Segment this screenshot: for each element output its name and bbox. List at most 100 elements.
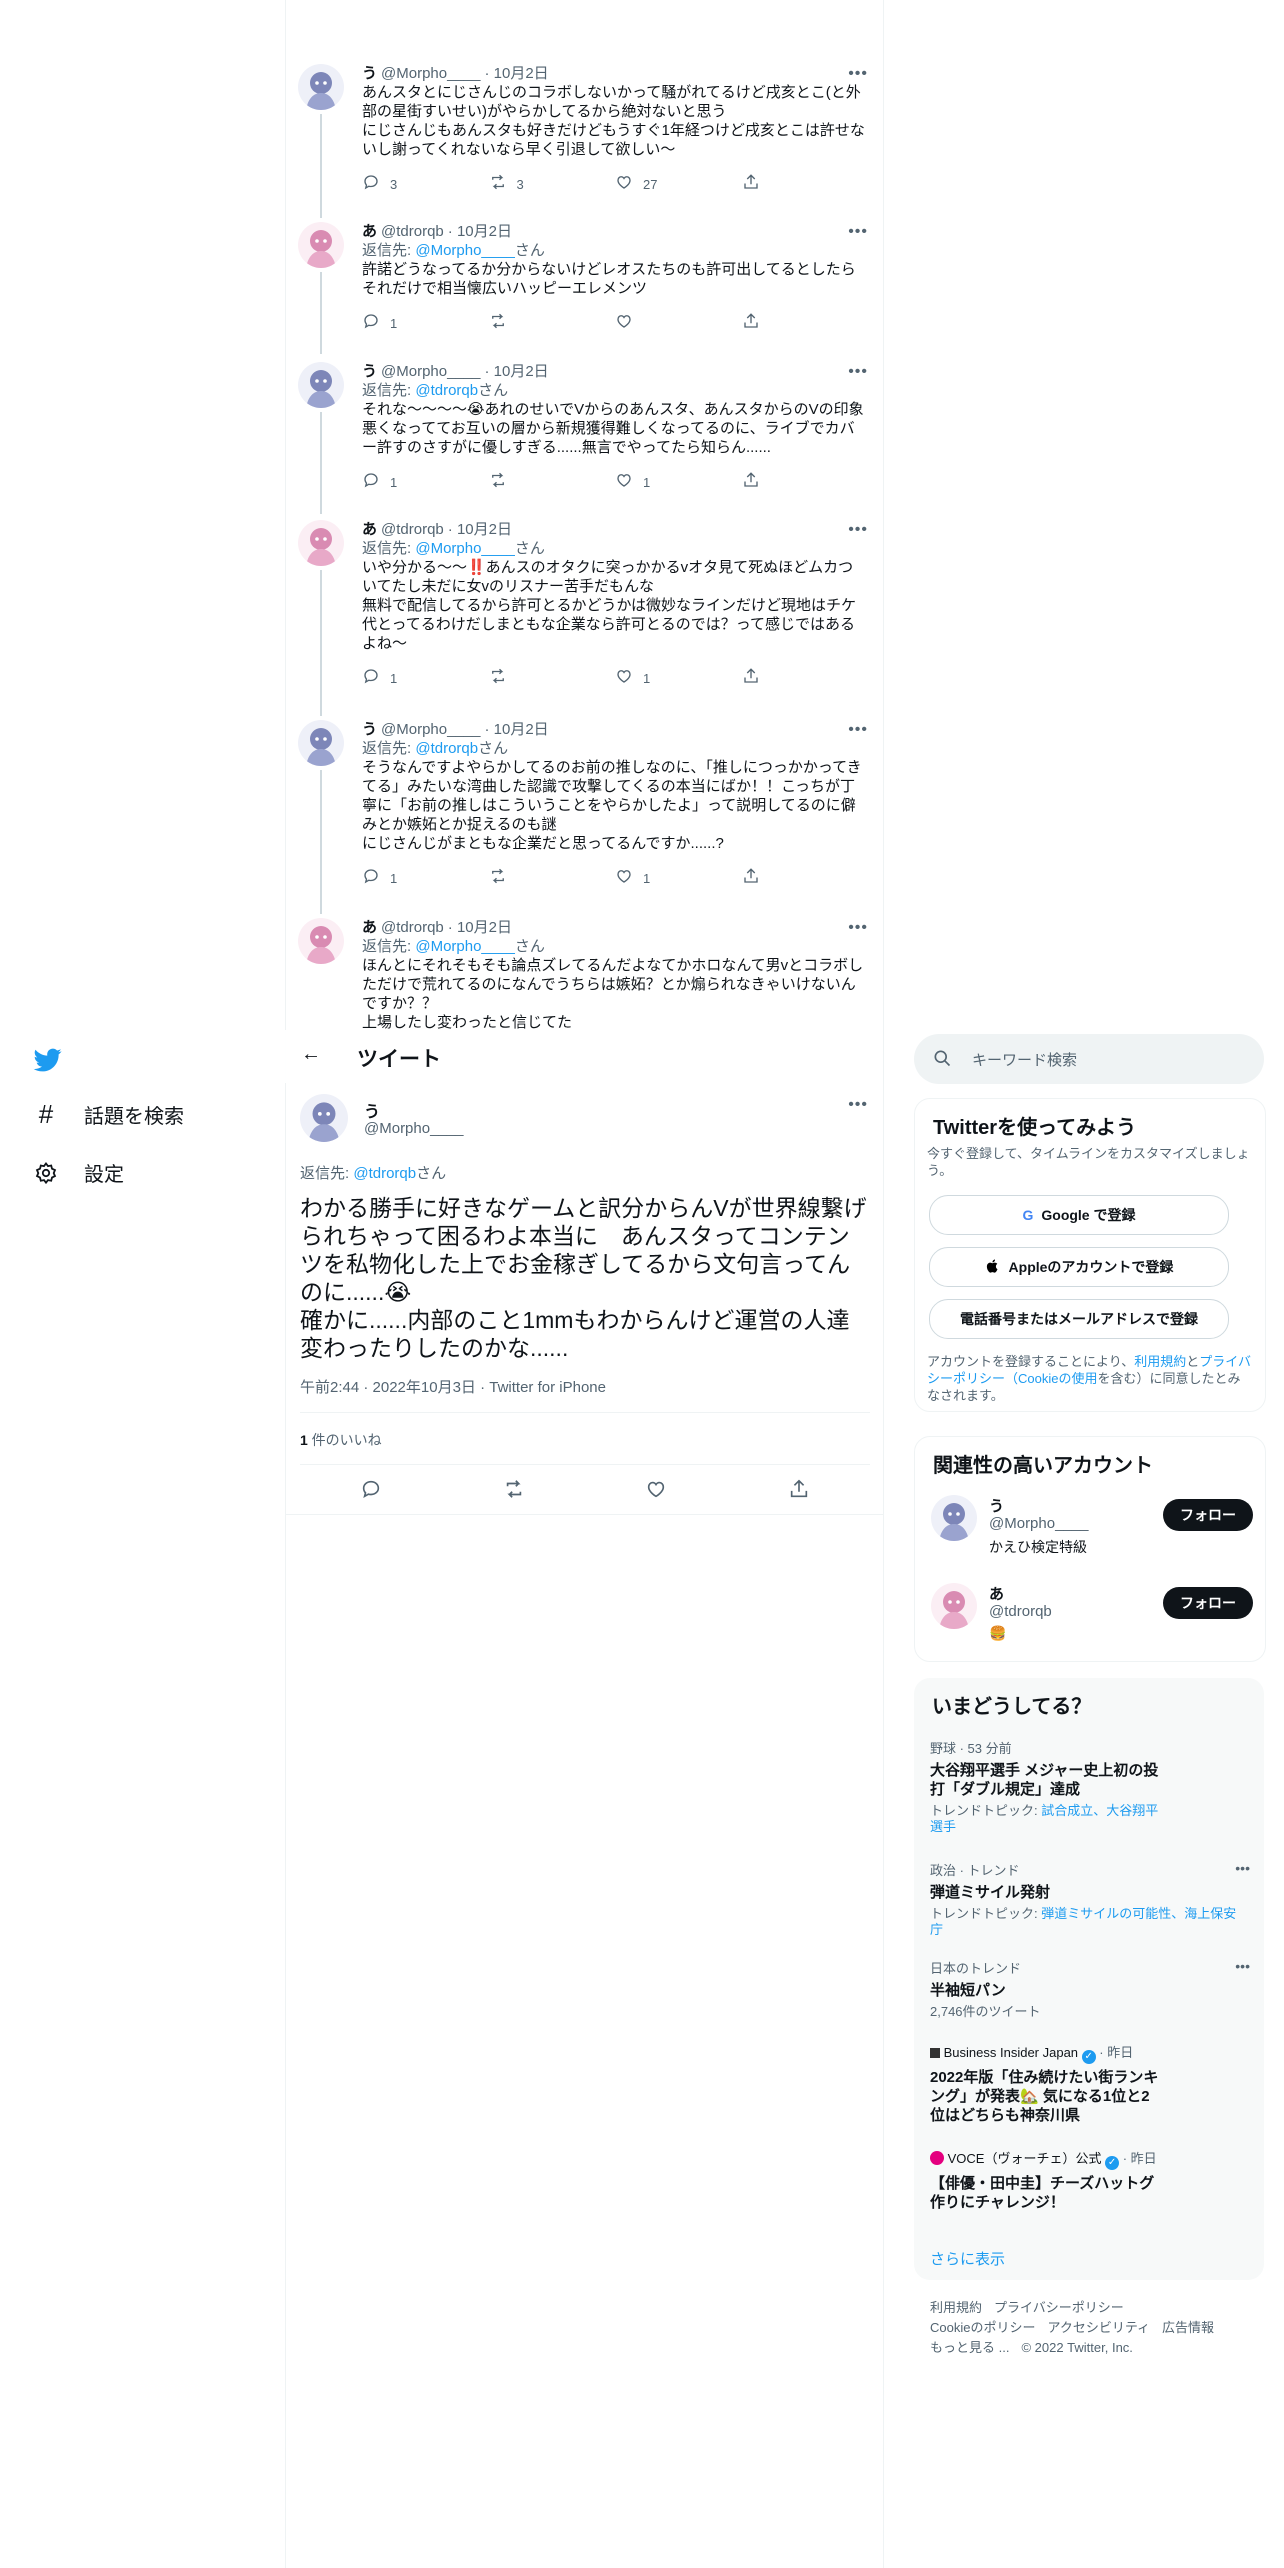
thread-tweet[interactable]: あ @tdrorqb · 10月2日 ••• 返信先: @Morpho____さん 許諾ど… [298,222,880,354]
share-button[interactable] [742,173,869,196]
more-options-icon[interactable]: ••• [1235,1860,1250,1876]
avatar[interactable] [298,222,344,268]
reply-button[interactable]: 1 [362,867,489,890]
more-options-icon[interactable]: ••• [848,520,868,539]
thread-tweet[interactable]: う @Morpho____ · 10月2日 ••• 返信先: @tdrorqbさん それな… [298,362,880,514]
reply-user-link[interactable]: @Morpho____ [415,540,514,557]
share-button[interactable] [742,312,869,335]
reply-user-link[interactable]: @tdrorqb [353,1165,416,1182]
footer-link[interactable]: プライバシーポリシー [994,2300,1124,2315]
more-options-icon[interactable]: ••• [1235,1958,1250,1974]
reply-user-link[interactable]: @tdrorqb [415,382,478,399]
more-options-icon[interactable]: ••• [848,64,868,83]
news-item[interactable]: VOCE（ヴォーチェ）公式 ✓ · 昨日 【俳優・田中圭】チーズハットグ作りにチ… [930,2148,1250,2212]
avatar[interactable] [298,918,344,964]
trend-item[interactable]: ••• 政治 · トレンド 弾道ミサイル発射 トレンドトピック: 弾道ミサイルの… [930,1860,1250,1938]
display-name[interactable]: あ [362,918,377,937]
share-button[interactable] [742,867,869,890]
tweet-date[interactable]: · 10月2日 [448,918,512,937]
avatar[interactable] [931,1495,977,1541]
account-name[interactable]: あ [989,1583,1004,1604]
like-button[interactable]: 27 [615,173,742,196]
avatar[interactable] [931,1583,977,1629]
avatar[interactable] [298,362,344,408]
user-handle[interactable]: @Morpho____ [381,64,480,83]
share-icon[interactable] [788,1478,810,1505]
reply-user-link[interactable]: @Morpho____ [415,938,514,955]
tweet-date[interactable]: · 10月2日 [448,222,512,241]
share-button[interactable] [742,667,869,690]
footer-link[interactable]: 広告情報 [1162,2320,1214,2335]
more-options-icon[interactable]: ••• [848,720,868,739]
reply-button[interactable]: 1 [362,312,489,335]
back-arrow-icon[interactable]: ← [301,1043,321,1066]
like-button[interactable]: 1 [615,471,742,494]
search-box[interactable]: キーワード検索 [914,1034,1264,1084]
reply-button[interactable]: 3 [362,173,489,196]
share-button[interactable] [742,471,869,494]
user-handle[interactable]: @tdrorqb [381,520,444,539]
avatar[interactable] [298,64,344,110]
follow-button[interactable]: フォロー [1163,1587,1253,1619]
like-button[interactable] [615,312,742,335]
thread-tweet[interactable]: う @Morpho____ · 10月2日 ••• 返信先: @tdrorqbさん そうな… [298,720,880,914]
retweet-button[interactable] [489,471,616,494]
avatar[interactable] [298,520,344,566]
display-name[interactable]: う [362,720,377,739]
trend-item[interactable]: 野球 · 53 分前 大谷翔平選手 メジャー史上初の投打「ダブル規定」達成 トレ… [930,1738,1250,1835]
like-button[interactable]: 1 [615,667,742,690]
account-name[interactable]: う [989,1495,1004,1516]
like-icon[interactable] [645,1478,667,1505]
like-count-row[interactable]: 1 件のいいね [300,1430,382,1450]
display-name[interactable]: あ [362,520,377,539]
reply-button[interactable]: 1 [362,667,489,690]
related-account[interactable]: う @Morpho____ かえひ検定特級 フォロー [931,1495,1253,1565]
retweet-button[interactable] [489,312,616,335]
tweet-date[interactable]: · 10月2日 [448,520,512,539]
footer-link[interactable]: アクセシビリティ [1047,2320,1150,2335]
google-signup-button[interactable]: G Google で登録 [929,1195,1229,1235]
twitter-logo-icon[interactable] [32,1046,64,1074]
related-account[interactable]: あ @tdrorqb 🍔 フォロー [931,1583,1253,1653]
footer-more-link[interactable]: もっと見る ... [930,2340,1009,2355]
tweet-date[interactable]: · 10月2日 [484,362,548,381]
footer-link[interactable]: Cookieのポリシー [930,2320,1035,2335]
reply-user-link[interactable]: @tdrorqb [415,740,478,757]
display-name[interactable]: う [362,64,377,83]
display-name[interactable]: う [362,362,377,381]
nav-explore[interactable]: # 話題を検索 [32,1099,184,1129]
display-name[interactable]: あ [362,222,377,241]
tweet-date[interactable]: · 10月2日 [484,64,548,83]
user-handle[interactable]: @Morpho____ [381,362,480,381]
more-options-icon[interactable]: ••• [848,1096,868,1114]
user-handle[interactable]: @Morpho____ [364,1120,463,1137]
phone-email-signup-button[interactable]: 電話番号またはメールアドレスで登録 [929,1299,1229,1339]
user-handle[interactable]: @tdrorqb [381,222,444,241]
avatar[interactable] [298,720,344,766]
terms-link[interactable]: 利用規約 [1134,1354,1186,1369]
thread-tweet[interactable]: あ @tdrorqb · 10月2日 ••• 返信先: @Morpho____さん ほんと… [298,918,880,1038]
more-options-icon[interactable]: ••• [848,362,868,381]
show-more-link[interactable]: さらに表示 [930,2248,1005,2269]
footer-link[interactable]: 利用規約 [930,2300,982,2315]
retweet-icon[interactable] [503,1478,525,1505]
more-options-icon[interactable]: ••• [848,222,868,241]
display-name[interactable]: う [364,1098,380,1122]
reply-icon[interactable] [360,1478,382,1505]
retweet-button[interactable]: 3 [489,173,616,196]
reply-user-link[interactable]: @Morpho____ [415,242,514,259]
trend-item[interactable]: ••• 日本のトレンド 半袖短パン 2,746件のツイート [930,1958,1250,2020]
nav-settings[interactable]: 設定 [32,1158,124,1187]
news-item[interactable]: Business Insider Japan ✓ · 昨日 2022年版「住み続… [930,2042,1250,2125]
more-options-icon[interactable]: ••• [848,918,868,937]
thread-tweet[interactable]: う @Morpho____ · 10月2日 ••• あんスタとにじさんじのコラボしないか… [298,64,880,218]
user-handle[interactable]: @tdrorqb [381,918,444,937]
thread-tweet[interactable]: あ @tdrorqb · 10月2日 ••• 返信先: @Morpho____さん いや分… [298,520,880,716]
tweet-date[interactable]: · 10月2日 [484,720,548,739]
apple-signup-button[interactable]: Appleのアカウントで登録 [929,1247,1229,1287]
reply-button[interactable]: 1 [362,471,489,494]
retweet-button[interactable] [489,667,616,690]
user-handle[interactable]: @Morpho____ [381,720,480,739]
like-button[interactable]: 1 [615,867,742,890]
search-input[interactable]: キーワード検索 [972,1049,1077,1070]
